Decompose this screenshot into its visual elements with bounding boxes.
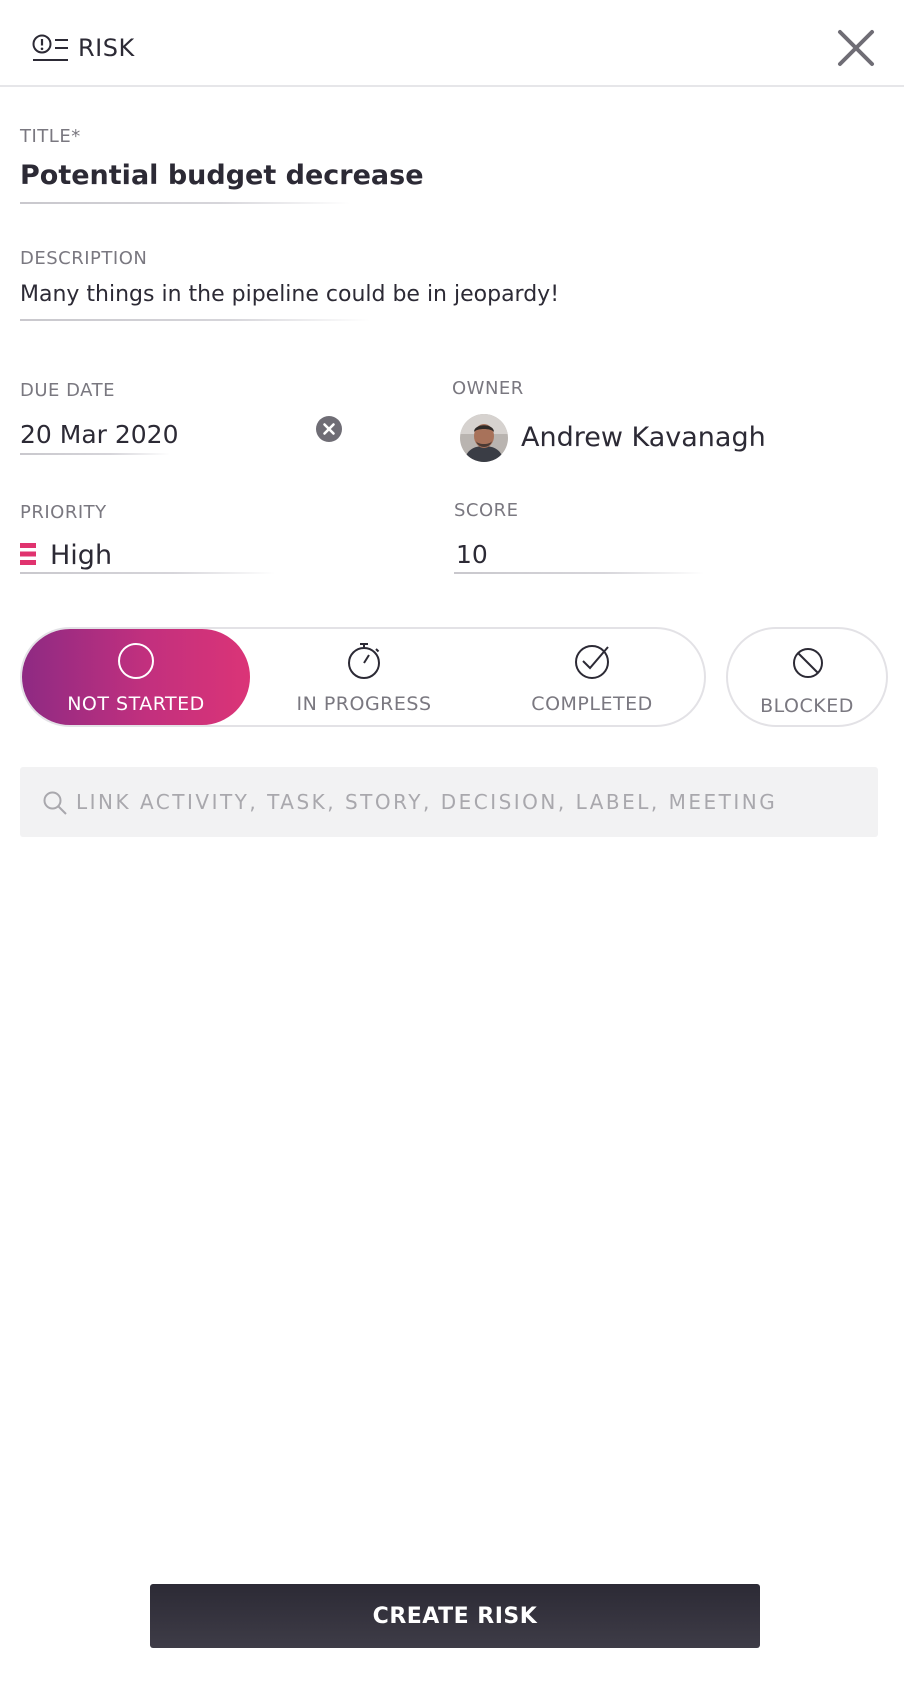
status-completed-label: COMPLETED: [531, 693, 653, 715]
avatar[interactable]: [460, 414, 508, 462]
link-search-box: [20, 767, 878, 837]
risk-list-icon: [32, 34, 68, 61]
status-not-started-label: NOT STARTED: [67, 693, 205, 715]
due-date-label: DUE DATE: [20, 380, 115, 401]
close-button[interactable]: [836, 28, 876, 68]
status-segmented-control: NOT STARTED IN PROGRESS COMPLETED: [20, 627, 706, 727]
stopwatch-icon: [348, 643, 380, 679]
clear-circle-icon: [323, 423, 335, 435]
title-label: TITLE*: [20, 126, 81, 147]
status-in-progress-label: IN PROGRESS: [296, 693, 432, 715]
clear-due-date-button[interactable]: [316, 416, 342, 442]
modal-header: RISK: [0, 0, 904, 87]
due-date-underline: [20, 453, 170, 455]
link-search-input[interactable]: [76, 767, 866, 837]
priority-underline: [20, 572, 275, 574]
priority-label: PRIORITY: [20, 502, 107, 523]
priority-bars-icon: [20, 543, 36, 565]
status-blocked-label: BLOCKED: [760, 695, 854, 717]
score-label: SCORE: [454, 500, 519, 521]
description-field[interactable]: Many things in the pipeline could be in …: [20, 282, 559, 307]
avatar-image: [460, 414, 508, 462]
due-date-field[interactable]: 20 Mar 2020: [20, 420, 179, 449]
title-field[interactable]: Potential budget decrease: [20, 160, 424, 191]
status-not-started-button[interactable]: NOT STARTED: [22, 629, 250, 725]
modal-title: RISK: [78, 34, 135, 62]
score-field[interactable]: 10: [456, 540, 488, 569]
description-label: DESCRIPTION: [20, 248, 148, 269]
priority-field[interactable]: High: [50, 540, 112, 571]
blocked-icon: [793, 648, 823, 678]
create-risk-button[interactable]: CREATE RISK: [150, 1584, 760, 1648]
score-underline: [454, 572, 704, 574]
circle-icon: [118, 643, 154, 679]
description-underline: [20, 319, 370, 321]
status-blocked-button[interactable]: BLOCKED: [726, 627, 888, 727]
close-icon: [838, 30, 874, 66]
owner-label: OWNER: [452, 378, 524, 399]
status-in-progress-button[interactable]: IN PROGRESS: [250, 629, 478, 725]
search-icon: [43, 791, 67, 815]
check-circle-icon: [575, 645, 609, 679]
title-underline: [20, 202, 350, 204]
status-completed-button[interactable]: COMPLETED: [478, 629, 706, 725]
owner-name[interactable]: Andrew Kavanagh: [521, 422, 766, 453]
